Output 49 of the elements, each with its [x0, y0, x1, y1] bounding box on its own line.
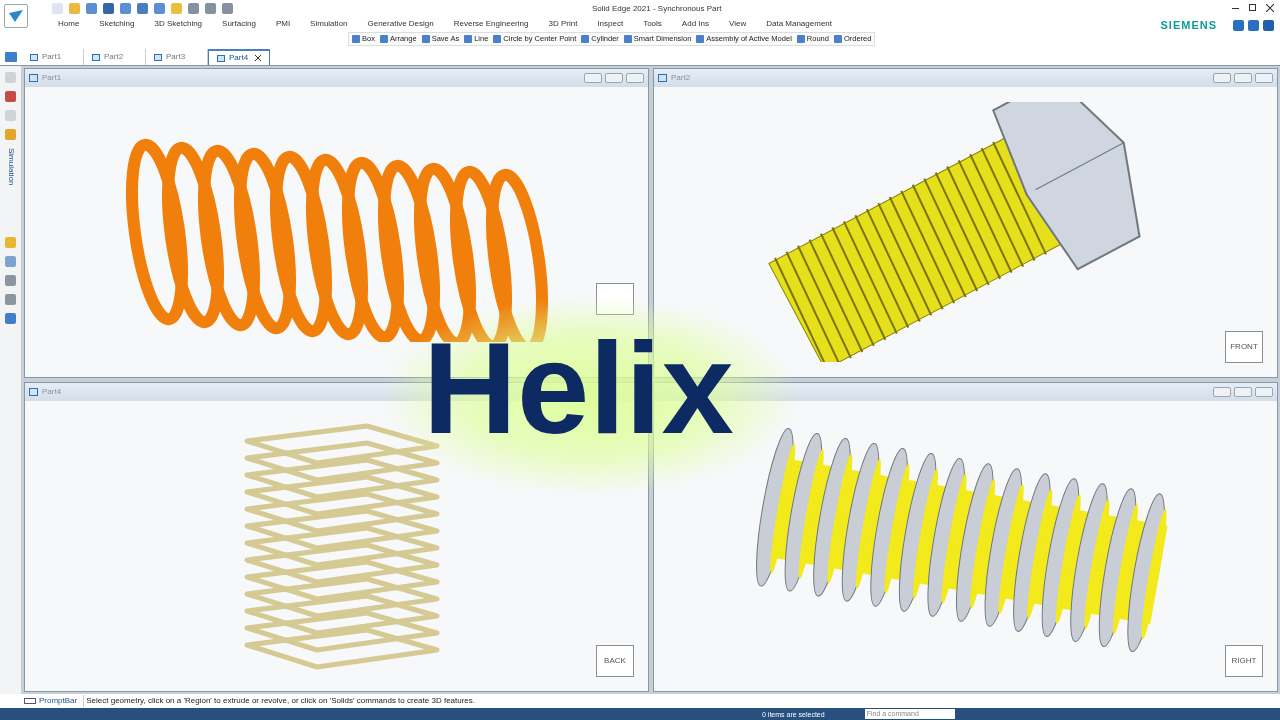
ribbon-tab[interactable]: Add Ins [681, 18, 709, 30]
viewport-title: Part1 [42, 72, 62, 84]
minimize-icon[interactable] [1213, 387, 1231, 397]
viewport-title: Part4 [42, 386, 62, 398]
part-icon [29, 388, 38, 396]
document-tab[interactable]: Part1 [22, 49, 84, 65]
view-cube-label: FRONT [1230, 341, 1258, 353]
ribbon-tab[interactable]: 3D Print [548, 18, 578, 30]
ribbon-tab[interactable]: Simulation [310, 18, 348, 30]
ribbon-tab[interactable]: Generative Design [367, 18, 434, 30]
paper-plane-icon [9, 10, 23, 22]
part-icon [29, 74, 38, 82]
prompt-message: Select geometry, click on a 'Region' to extrude or revolve, or click on 'Solids' commands to create 3D features. [83, 695, 476, 707]
ribbon-tab[interactable]: Sketching [99, 18, 135, 30]
close-icon[interactable] [1266, 4, 1274, 12]
ribbon-tab[interactable]: 3D Sketching [154, 18, 203, 30]
viewport-title: Part2 [671, 72, 691, 84]
part-icon [30, 53, 38, 61]
document-tab[interactable]: Part2 [84, 49, 146, 65]
view-cube[interactable]: FRONT [1225, 331, 1263, 363]
ribbon-tab[interactable]: Reverse Engineering [453, 18, 529, 30]
part-icon [154, 53, 162, 61]
part-icon [658, 74, 667, 82]
brand-logo: SIEMENS [1160, 18, 1217, 33]
view-cube-label: BACK [604, 655, 626, 667]
document-tab[interactable]: Part4 [208, 49, 270, 65]
side-panel-tab[interactable]: Simulation [4, 148, 17, 186]
view-cube[interactable]: BACK [596, 645, 634, 677]
ribbon-tab[interactable]: Home [58, 18, 80, 30]
part-icon [217, 54, 225, 62]
window-title: Solid Edge 2021 - Synchronous Part [592, 3, 722, 15]
ribbon-tab[interactable]: Surfacing [222, 18, 256, 30]
minimize-icon[interactable] [1213, 73, 1231, 83]
ribbon-tab[interactable]: PMI [275, 18, 291, 30]
prompt-bar-label: PromptBar [0, 695, 84, 707]
ribbon-tab[interactable]: Inspect [597, 18, 624, 30]
part-icon [92, 53, 100, 61]
view-cube-label: RIGHT [1231, 655, 1257, 667]
ribbon-tab[interactable]: Tools [643, 18, 662, 30]
view-cube[interactable] [596, 283, 634, 315]
overlay-title: Helix [423, 323, 734, 453]
minimize-icon[interactable] [584, 73, 602, 83]
restore-icon[interactable] [1249, 4, 1256, 11]
keyboard-icon [24, 698, 36, 704]
close-icon[interactable] [255, 55, 261, 61]
ribbon-tab[interactable]: Data Management [766, 18, 832, 30]
view-cube[interactable]: RIGHT [1225, 645, 1263, 677]
ribbon-tab[interactable]: View [729, 18, 747, 30]
application-button[interactable] [4, 4, 28, 28]
